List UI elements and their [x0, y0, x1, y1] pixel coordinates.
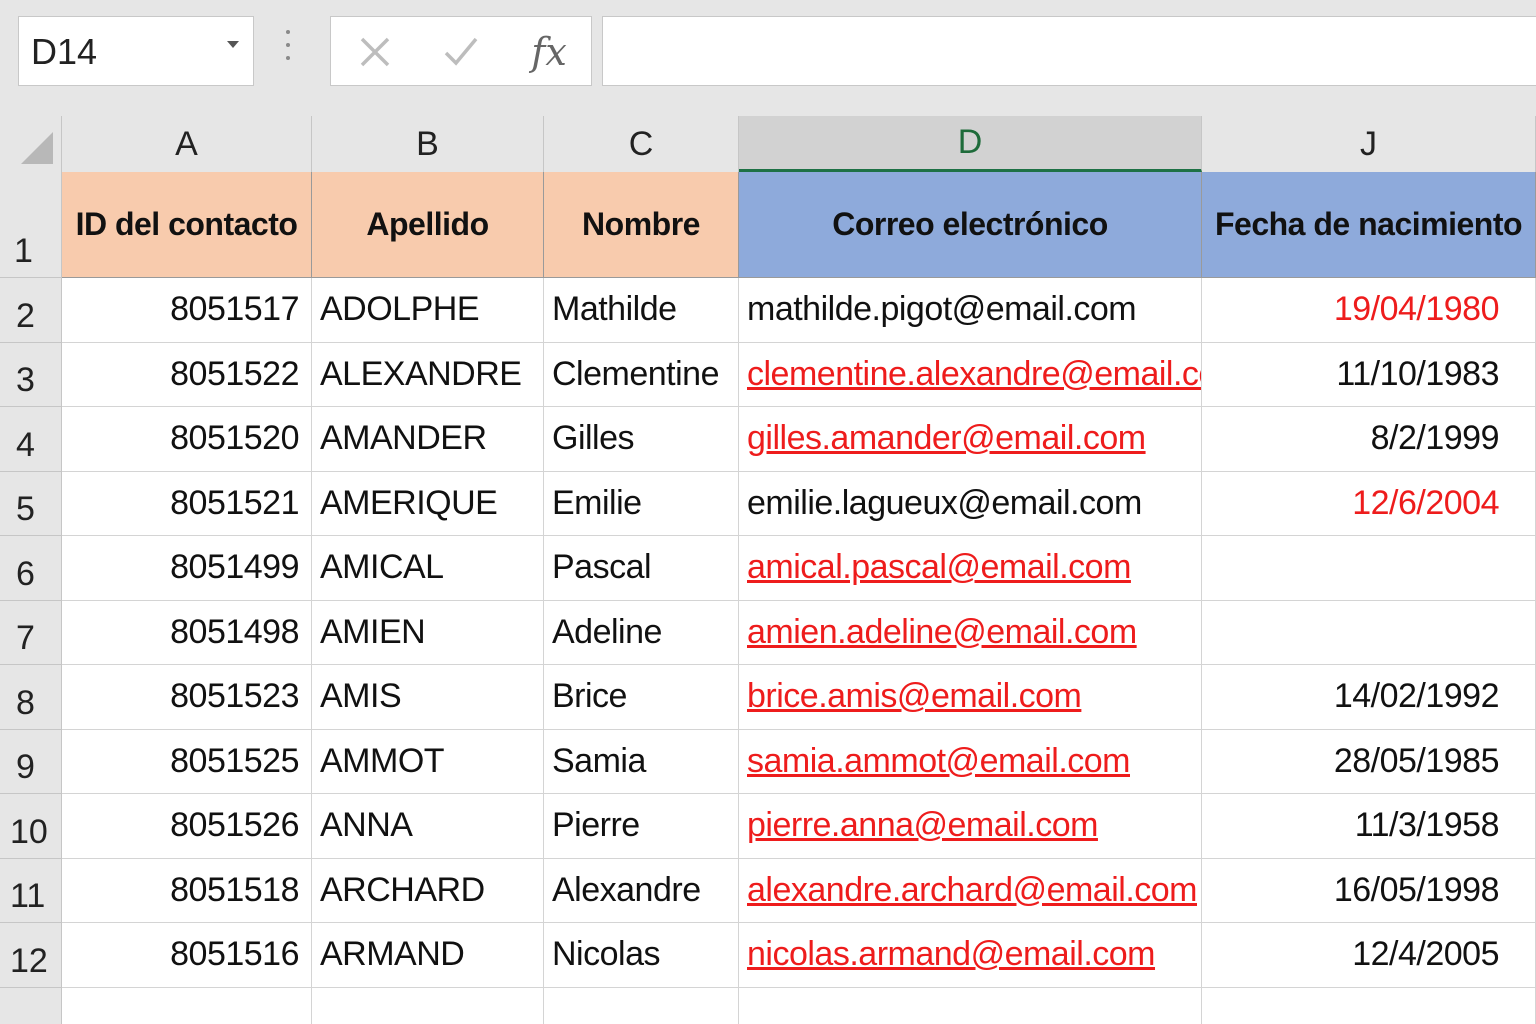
row-header[interactable]: 2 [0, 278, 62, 343]
apellido-cell[interactable]: ADOLPHE [312, 278, 544, 343]
fecha-cell[interactable]: 12/4/2005 [1202, 923, 1536, 988]
correo-cell[interactable]: amien.adeline@email.com [739, 600, 1202, 665]
id-cell[interactable]: 8051523 [62, 665, 312, 730]
row-header[interactable]: 11 [0, 858, 62, 923]
row-header[interactable] [0, 987, 62, 1024]
row-header[interactable]: 1 [0, 172, 62, 278]
column-header-c[interactable]: C [544, 116, 739, 172]
empty-cell[interactable] [312, 987, 544, 1024]
correo-cell[interactable]: pierre.anna@email.com [739, 794, 1202, 859]
header-cell[interactable]: Apellido [312, 172, 544, 278]
apellido-cell[interactable]: AMIEN [312, 600, 544, 665]
id-cell[interactable]: 8051526 [62, 794, 312, 859]
nombre-cell[interactable]: Samia [544, 729, 739, 794]
row-header[interactable]: 6 [0, 536, 62, 601]
nombre-cell[interactable]: Mathilde [544, 278, 739, 343]
row-header[interactable]: 10 [0, 794, 62, 859]
correo-cell[interactable]: mathilde.pigot@email.com [739, 278, 1202, 343]
correo-cell[interactable]: amical.pascal@email.com [739, 536, 1202, 601]
select-all-button[interactable] [0, 116, 62, 172]
nombre-cell[interactable]: Brice [544, 665, 739, 730]
formula-input[interactable] [602, 16, 1536, 86]
check-icon [444, 37, 478, 66]
nombre-cell[interactable]: Adeline [544, 600, 739, 665]
fecha-cell[interactable] [1202, 600, 1536, 665]
correo-cell[interactable]: emilie.lagueux@email.com [739, 471, 1202, 536]
fecha-cell[interactable]: 8/2/1999 [1202, 407, 1536, 472]
header-cell[interactable]: ID del contacto [62, 172, 312, 278]
apellido-cell[interactable]: ARCHARD [312, 858, 544, 923]
correo-cell[interactable]: clementine.alexandre@email.com [739, 342, 1202, 407]
enter-button[interactable] [431, 25, 491, 79]
row-header[interactable]: 8 [0, 665, 62, 730]
column-header-b[interactable]: B [312, 116, 544, 172]
correo-cell[interactable]: nicolas.armand@email.com [739, 923, 1202, 988]
apellido-cell[interactable]: AMANDER [312, 407, 544, 472]
row-header[interactable]: 9 [0, 729, 62, 794]
header-cell[interactable]: Correo electrónico [739, 172, 1202, 278]
nombre-cell[interactable]: Nicolas [544, 923, 739, 988]
fecha-cell[interactable] [1202, 536, 1536, 601]
correo-cell[interactable]: brice.amis@email.com [739, 665, 1202, 730]
column-header-j[interactable]: J [1202, 116, 1536, 172]
id-cell[interactable]: 8051522 [62, 342, 312, 407]
empty-cell[interactable] [739, 987, 1202, 1024]
formula-bar: D14 fx [0, 0, 1536, 116]
apellido-cell[interactable]: AMMOT [312, 729, 544, 794]
close-icon [360, 37, 390, 67]
grip-icon[interactable] [286, 30, 292, 70]
fecha-cell[interactable]: 14/02/1992 [1202, 665, 1536, 730]
nombre-cell[interactable]: Gilles [544, 407, 739, 472]
apellido-cell[interactable]: AMICAL [312, 536, 544, 601]
fx-icon: fx [531, 30, 567, 74]
header-cell[interactable]: Nombre [544, 172, 739, 278]
apellido-cell[interactable]: ARMAND [312, 923, 544, 988]
apellido-cell[interactable]: AMERIQUE [312, 471, 544, 536]
fecha-cell[interactable]: 16/05/1998 [1202, 858, 1536, 923]
apellido-cell[interactable]: AMIS [312, 665, 544, 730]
id-cell[interactable]: 8051517 [62, 278, 312, 343]
id-cell[interactable]: 8051516 [62, 923, 312, 988]
empty-cell[interactable] [62, 987, 312, 1024]
row-header[interactable]: 7 [0, 600, 62, 665]
formula-buttons: fx [330, 16, 592, 86]
apellido-cell[interactable]: ALEXANDRE [312, 342, 544, 407]
insert-function-button[interactable]: fx [519, 25, 579, 79]
id-cell[interactable]: 8051518 [62, 858, 312, 923]
nombre-cell[interactable]: Emilie [544, 471, 739, 536]
row-header[interactable]: 3 [0, 342, 62, 407]
id-cell[interactable]: 8051498 [62, 600, 312, 665]
correo-cell[interactable]: gilles.amander@email.com [739, 407, 1202, 472]
fecha-cell[interactable]: 12/6/2004 [1202, 471, 1536, 536]
empty-cell[interactable] [1202, 987, 1536, 1024]
name-box[interactable]: D14 [18, 16, 254, 86]
cancel-button[interactable] [345, 25, 405, 79]
fecha-cell[interactable]: 11/10/1983 [1202, 342, 1536, 407]
header-cell[interactable]: Fecha de nacimiento [1202, 172, 1536, 278]
row-header[interactable]: 5 [0, 471, 62, 536]
nombre-cell[interactable]: Alexandre [544, 858, 739, 923]
column-header-d[interactable]: D [739, 116, 1202, 172]
fecha-cell[interactable]: 11/3/1958 [1202, 794, 1536, 859]
row-header[interactable]: 4 [0, 407, 62, 472]
apellido-cell[interactable]: ANNA [312, 794, 544, 859]
id-cell[interactable]: 8051521 [62, 471, 312, 536]
spreadsheet-grid: ABCDJ 1 ID del contacto Apellido Nombre Corr… [0, 116, 1536, 1024]
nombre-cell[interactable]: Clementine [544, 342, 739, 407]
correo-cell[interactable]: alexandre.archard@email.com [739, 858, 1202, 923]
select-all-icon [21, 132, 53, 164]
nombre-cell[interactable]: Pascal [544, 536, 739, 601]
empty-cell[interactable] [544, 987, 739, 1024]
row-header[interactable]: 12 [0, 923, 62, 988]
id-cell[interactable]: 8051525 [62, 729, 312, 794]
chevron-down-icon[interactable] [227, 41, 239, 48]
nombre-cell[interactable]: Pierre [544, 794, 739, 859]
column-header-a[interactable]: A [62, 116, 312, 172]
id-cell[interactable]: 8051499 [62, 536, 312, 601]
fecha-cell[interactable]: 28/05/1985 [1202, 729, 1536, 794]
fecha-cell[interactable]: 19/04/1980 [1202, 278, 1536, 343]
name-box-value: D14 [31, 31, 98, 72]
id-cell[interactable]: 8051520 [62, 407, 312, 472]
correo-cell[interactable]: samia.ammot@email.com [739, 729, 1202, 794]
